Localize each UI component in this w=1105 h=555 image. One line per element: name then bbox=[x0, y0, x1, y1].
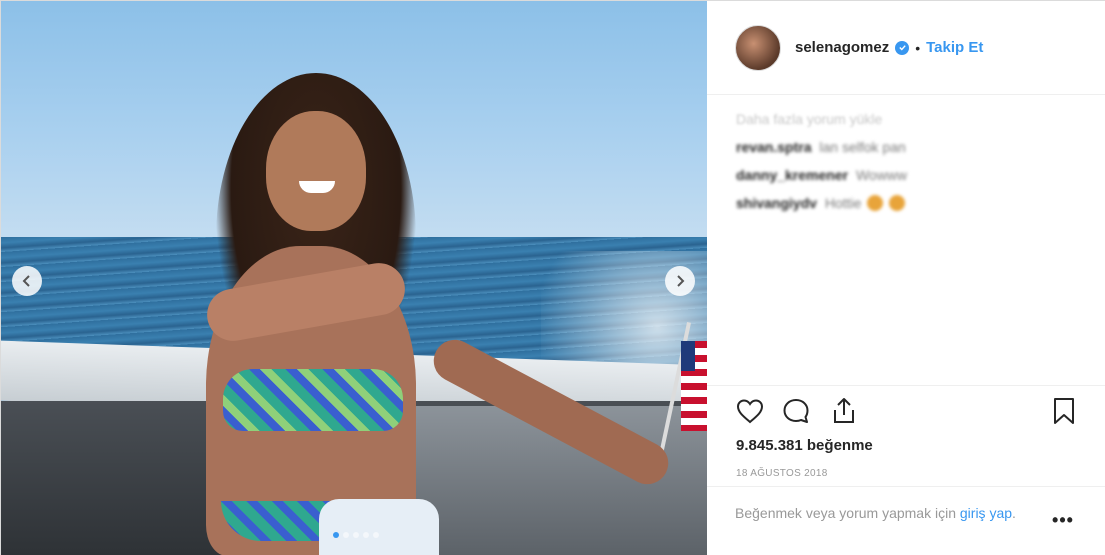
carousel-dot bbox=[373, 532, 379, 538]
comment-item: danny_kremener Wowww bbox=[736, 167, 1086, 183]
follow-button[interactable]: Takip Et bbox=[926, 39, 983, 56]
header-separator: • bbox=[915, 39, 921, 56]
instagram-post: selenagomez • Takip Et Daha fazla yorum … bbox=[0, 0, 1105, 555]
post-actions bbox=[735, 396, 1075, 430]
carousel-prev-button[interactable] bbox=[12, 266, 42, 296]
likes-count[interactable]: 9.845.381 beğenme bbox=[736, 437, 873, 454]
photo-us-flag bbox=[681, 341, 707, 431]
post-media[interactable] bbox=[1, 1, 707, 555]
heart-icon bbox=[736, 399, 764, 424]
comment-button[interactable] bbox=[781, 396, 813, 428]
comment-text: lan selfok pan bbox=[819, 139, 906, 155]
carousel-next-button[interactable] bbox=[665, 266, 695, 296]
carousel-indicator bbox=[333, 532, 379, 538]
login-prompt-suffix: . bbox=[1012, 505, 1016, 521]
comment-text: Hottie bbox=[824, 195, 862, 211]
verified-badge-icon bbox=[895, 40, 910, 55]
login-prompt: Beğenmek veya yorum yapmak için giriş ya… bbox=[735, 503, 1045, 523]
share-icon bbox=[834, 398, 854, 423]
save-button[interactable] bbox=[1049, 396, 1081, 428]
comment-list: Daha fazla yorum yükle revan.sptra lan s… bbox=[736, 111, 1086, 211]
carousel-dot bbox=[363, 532, 369, 538]
heart-eyes-emoji-icon bbox=[889, 195, 906, 211]
chevron-right-icon bbox=[677, 275, 685, 287]
comment-username[interactable]: danny_kremener bbox=[736, 167, 848, 183]
avatar[interactable] bbox=[735, 24, 781, 71]
photo-towel bbox=[319, 499, 439, 555]
carousel-dot bbox=[343, 532, 349, 538]
author-username[interactable]: selenagomez bbox=[795, 39, 889, 56]
post-date: 18 AĞUSTOS 2018 bbox=[736, 468, 828, 479]
like-button[interactable] bbox=[735, 396, 767, 428]
comment-bubble-icon bbox=[783, 399, 809, 423]
load-more-comments-link[interactable]: Daha fazla yorum yükle bbox=[736, 111, 1086, 127]
heart-eyes-emoji-icon bbox=[867, 195, 884, 211]
comment-username[interactable]: shivangiydv bbox=[736, 195, 817, 211]
chevron-left-icon bbox=[22, 275, 30, 287]
bookmark-icon bbox=[1054, 398, 1074, 424]
photo-swimwear-top bbox=[223, 369, 403, 431]
comment-item: shivangiydv Hottie bbox=[736, 195, 1086, 211]
more-options-button[interactable]: ••• bbox=[1049, 510, 1077, 534]
comment-text: Wowww bbox=[855, 167, 908, 183]
post-side-panel: selenagomez • Takip Et Daha fazla yorum … bbox=[707, 1, 1105, 555]
login-link[interactable]: giriş yap bbox=[960, 505, 1012, 521]
comment-username[interactable]: revan.sptra bbox=[736, 139, 811, 155]
comment-item: revan.sptra lan selfok pan bbox=[736, 139, 1086, 155]
actions-divider bbox=[707, 385, 1105, 386]
post-header: selenagomez • Takip Et bbox=[707, 1, 1105, 95]
share-button[interactable] bbox=[829, 396, 861, 428]
carousel-dot bbox=[333, 532, 339, 538]
login-prompt-text: Beğenmek veya yorum yapmak için bbox=[735, 505, 956, 521]
carousel-dot bbox=[353, 532, 359, 538]
photo-person-face bbox=[266, 111, 366, 231]
